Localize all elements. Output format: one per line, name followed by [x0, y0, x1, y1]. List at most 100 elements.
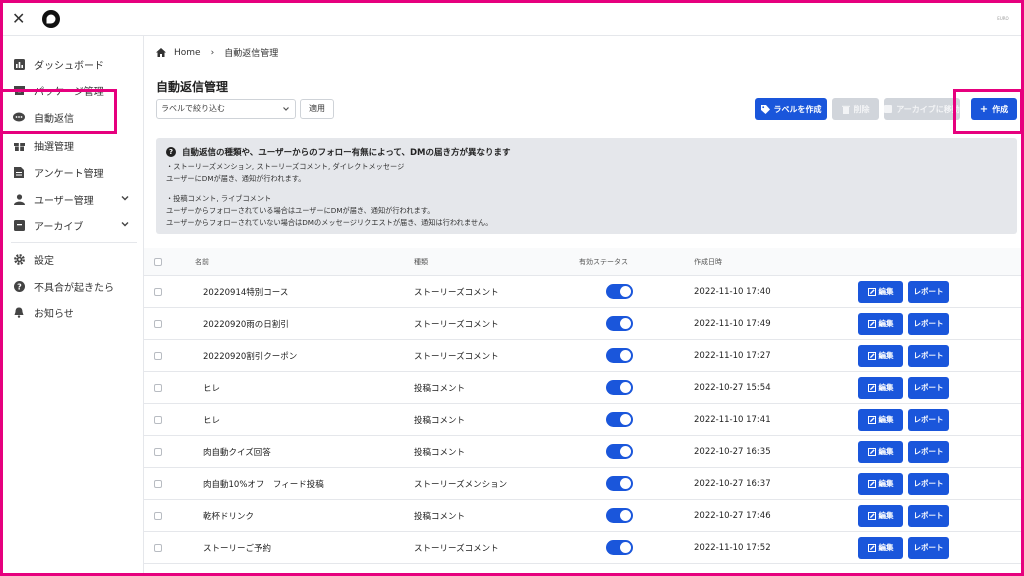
row-checkbox[interactable] — [154, 447, 162, 456]
report-button[interactable]: レポート — [908, 472, 949, 495]
edit-button[interactable]: 編集 — [858, 376, 903, 399]
sidebar-item-lottery[interactable]: 抽選管理 — [3, 134, 144, 156]
table-row: ヒレ 投稿コメント 2022-10-27 15:54 編集 レポート — [144, 372, 1021, 404]
row-created: 2022-11-10 17:27 — [694, 350, 771, 361]
status-toggle[interactable] — [606, 284, 633, 299]
status-toggle[interactable] — [606, 444, 633, 459]
header-type[interactable]: 種類 — [414, 248, 428, 275]
row-checkbox[interactable] — [154, 287, 162, 296]
question-icon: ? — [166, 147, 176, 157]
sidebar-item-settings[interactable]: 設定 — [3, 248, 144, 270]
edit-text: 編集 — [878, 511, 894, 520]
edit-button[interactable]: 編集 — [858, 280, 903, 303]
row-created: 2022-10-27 16:35 — [694, 446, 771, 457]
edit-button[interactable]: 編集 — [858, 408, 903, 431]
info-heading: ? 自動返信の種類や、ユーザーからのフォロー有無によって、DMの届き方が異なりま… — [166, 146, 1007, 158]
create-label-button[interactable]: ラベルを作成 — [755, 98, 827, 120]
status-toggle[interactable] — [606, 380, 633, 395]
sidebar-item-survey[interactable]: アンケート管理 — [3, 161, 144, 183]
status-toggle[interactable] — [606, 540, 633, 555]
row-checkbox[interactable] — [154, 383, 162, 392]
bell-icon — [13, 306, 25, 318]
apply-filter-button[interactable]: 適用 — [300, 99, 334, 119]
row-type: 投稿コメント — [414, 415, 466, 426]
sidebar-item-help[interactable]: ? 不具合が起きたら — [3, 275, 144, 297]
edit-button[interactable]: 編集 — [858, 344, 903, 367]
highlight-box-create — [953, 89, 1021, 134]
status-toggle[interactable] — [606, 508, 633, 523]
row-type: 投稿コメント — [414, 447, 466, 458]
edit-text: 編集 — [878, 287, 894, 296]
status-toggle[interactable] — [606, 412, 633, 427]
report-button[interactable]: レポート — [908, 344, 949, 367]
sidebar-item-label: 設定 — [34, 255, 54, 267]
edit-button[interactable]: 編集 — [858, 312, 903, 335]
edit-text: 編集 — [878, 351, 894, 360]
home-icon[interactable] — [156, 48, 166, 57]
sidebar-item-notices[interactable]: お知らせ — [3, 301, 144, 323]
breadcrumb-home[interactable]: Home — [174, 48, 201, 58]
report-button[interactable]: レポート — [908, 504, 949, 527]
report-text: レポート — [913, 543, 944, 552]
main-content: Home › 自動返信管理 自動返信管理 ラベルで絞り込む 適用 ラベルを作成 … — [144, 36, 1021, 573]
report-button[interactable]: レポート — [908, 376, 949, 399]
report-text: レポート — [913, 351, 944, 360]
header-name[interactable]: 名前 — [195, 248, 209, 275]
edit-icon — [867, 415, 876, 424]
row-name: 肉自動クイズ回答 — [203, 447, 271, 458]
edit-button[interactable]: 編集 — [858, 504, 903, 527]
edit-icon — [867, 511, 876, 520]
edit-icon — [867, 319, 876, 328]
sidebar-item-label: アーカイブ — [34, 221, 84, 233]
chevron-down-icon — [283, 107, 289, 111]
delete-button[interactable]: 削除 — [832, 98, 879, 120]
report-button[interactable]: レポート — [908, 440, 949, 463]
avatar[interactable]: EURO — [997, 13, 1009, 25]
row-checkbox[interactable] — [154, 543, 162, 552]
row-type: ストーリーズコメント — [414, 351, 499, 362]
chevron-down-icon[interactable] — [120, 193, 130, 203]
row-created: 2022-11-10 17:49 — [694, 318, 771, 329]
sidebar-item-dashboard[interactable]: ダッシュボード — [3, 53, 144, 75]
row-checkbox[interactable] — [154, 511, 162, 520]
row-checkbox[interactable] — [154, 351, 162, 360]
edit-text: 編集 — [878, 415, 894, 424]
header-created[interactable]: 作成日時 — [694, 248, 722, 275]
edit-button[interactable]: 編集 — [858, 472, 903, 495]
status-toggle[interactable] — [606, 348, 633, 363]
row-checkbox[interactable] — [154, 319, 162, 328]
edit-text: 編集 — [878, 543, 894, 552]
row-created: 2022-10-27 15:54 — [694, 382, 771, 393]
row-name: ヒレ — [203, 383, 221, 394]
report-button[interactable]: レポート — [908, 280, 949, 303]
row-name: 20220920雨の日割引 — [203, 319, 289, 330]
report-button[interactable]: レポート — [908, 408, 949, 431]
edit-button[interactable]: 編集 — [858, 440, 903, 463]
report-button[interactable]: レポート — [908, 312, 949, 335]
chart-icon — [13, 58, 25, 70]
sidebar-item-users[interactable]: ユーザー管理 — [3, 188, 144, 210]
edit-icon — [867, 287, 876, 296]
sidebar-item-archive[interactable]: アーカイブ — [3, 214, 144, 236]
row-created: 2022-11-10 17:40 — [694, 286, 771, 297]
edit-icon — [867, 383, 876, 392]
close-icon[interactable]: ✕ — [12, 9, 25, 29]
table-row: 20220920割引クーポン ストーリーズコメント 2022-11-10 17:27… — [144, 340, 1021, 372]
select-all-checkbox[interactable] — [154, 257, 162, 266]
chevron-down-icon[interactable] — [120, 219, 130, 229]
archive-icon — [13, 219, 25, 231]
status-toggle[interactable] — [606, 476, 633, 491]
row-checkbox[interactable] — [154, 479, 162, 488]
label-filter-placeholder: ラベルで絞り込む — [161, 104, 225, 113]
label-filter-select[interactable]: ラベルで絞り込む — [156, 99, 296, 119]
header-status[interactable]: 有効ステータス — [579, 248, 628, 275]
gear-icon — [13, 253, 25, 265]
app-window: ✕ EURO ダッシュボード パッケージ管理 自動返信 抽選管理 アンケート管理… — [3, 3, 1021, 573]
status-toggle[interactable] — [606, 316, 633, 331]
table-row: 肉自動10%オフ フィード投稿 ストーリーズメンション 2022-10-27 16:… — [144, 468, 1021, 500]
archive-button[interactable]: アーカイブに移動 — [884, 98, 960, 120]
row-checkbox[interactable] — [154, 415, 162, 424]
report-button[interactable]: レポート — [908, 536, 949, 559]
edit-button[interactable]: 編集 — [858, 536, 903, 559]
user-icon — [13, 193, 25, 205]
